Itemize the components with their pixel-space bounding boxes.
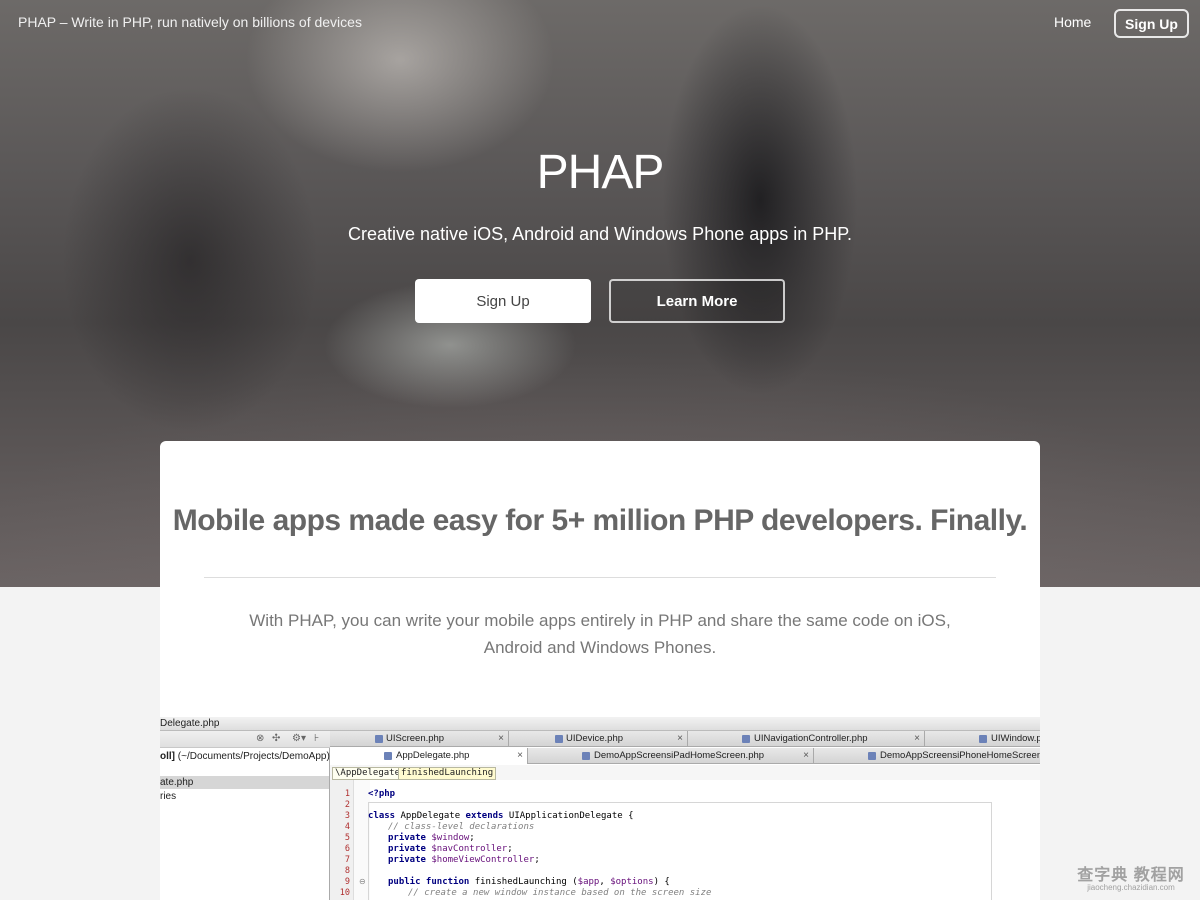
code-line: private $homeViewController; bbox=[388, 855, 540, 865]
ide-tab: DemoAppScreensiPhoneHomeScreen.ph bbox=[814, 748, 1040, 764]
fold-icon: ⊖ bbox=[359, 877, 366, 886]
ide-tabs-row-1: UIScreen.php × UIDevice.php × UINavigati… bbox=[330, 731, 1040, 747]
code-token: extends bbox=[465, 811, 504, 821]
php-file-icon bbox=[979, 735, 987, 743]
line-number: 7 bbox=[344, 855, 350, 865]
collapse-icon: ✣ bbox=[272, 733, 281, 744]
ide-breadcrumb-bar: Delegate.php bbox=[160, 717, 1040, 731]
ide-file-item: ate.php bbox=[160, 777, 194, 788]
ide-breadcrumb: Delegate.php bbox=[160, 718, 220, 729]
code-token: class bbox=[368, 811, 396, 821]
ide-structure-bar: \AppDelegate finishedLaunching bbox=[330, 765, 1040, 780]
ide-project-name: oll] bbox=[160, 751, 175, 762]
line-number: 10 bbox=[339, 888, 350, 898]
line-number: 9 bbox=[344, 877, 350, 887]
learn-more-button[interactable]: Learn More bbox=[609, 279, 785, 323]
code-token: <?php bbox=[368, 789, 396, 799]
line-number: 6 bbox=[344, 844, 350, 854]
ide-tab-label: DemoAppScreensiPhoneHomeScreen.ph bbox=[880, 750, 1040, 761]
gear-icon: ⚙▾ bbox=[292, 733, 306, 744]
ide-tab: DemoAppScreensiPadHomeScreen.php × bbox=[528, 748, 814, 764]
line-number: 1 bbox=[344, 789, 350, 799]
code-token: UIApplicationDelegate { bbox=[503, 811, 634, 821]
ide-tab: UINavigationController.php × bbox=[688, 731, 925, 747]
code-token: private bbox=[388, 833, 426, 843]
card-text: With PHAP, you can write your mobile app… bbox=[249, 611, 951, 657]
ide-tab-label: UIDevice.php bbox=[566, 733, 624, 744]
line-number: 5 bbox=[344, 833, 350, 843]
hero-title: PHAP bbox=[536, 146, 665, 199]
code-line: public function finishedLaunching ($app,… bbox=[388, 877, 670, 887]
code-token: $navController bbox=[425, 844, 508, 854]
line-number: 3 bbox=[344, 811, 350, 821]
line-number: 4 bbox=[344, 822, 350, 832]
line-number: 8 bbox=[344, 866, 350, 876]
code-line: // class-level declarations bbox=[388, 822, 534, 832]
ide-screenshot: Delegate.php ⊗ ✣ ⚙▾ ⊦ oll] (~/Documents/… bbox=[160, 717, 1040, 900]
php-file-icon bbox=[742, 735, 750, 743]
php-file-icon bbox=[375, 735, 383, 743]
code-line: // create a new window instance based on… bbox=[408, 888, 711, 898]
hide-panel-icon: ⊦ bbox=[314, 733, 320, 744]
watermark: 查字典 教程网 jiaocheng.chazidian.com bbox=[1068, 868, 1194, 892]
ide-tab: UIScreen.php × bbox=[330, 731, 509, 747]
nav-home-link[interactable]: Home bbox=[1054, 14, 1091, 30]
php-file-icon bbox=[868, 752, 876, 760]
code-token: AppDelegate bbox=[395, 811, 466, 821]
ide-project-root: oll] (~/Documents/Projects/DemoApp) bbox=[160, 751, 330, 762]
code-token: public bbox=[388, 877, 421, 887]
ide-tab-label: DemoAppScreensiPadHomeScreen.php bbox=[594, 750, 765, 761]
code-token: // class-level declarations bbox=[388, 822, 535, 832]
nav-signup-button[interactable]: Sign Up bbox=[1114, 9, 1189, 38]
ide-project-panel: ⊗ ✣ ⚙▾ ⊦ oll] (~/Documents/Projects/Demo… bbox=[160, 731, 330, 900]
ide-tab-label: AppDelegate.php bbox=[396, 750, 470, 761]
line-number: 2 bbox=[344, 800, 350, 810]
ide-tabs-row-2: AppDelegate.php × DemoAppScreensiPadHome… bbox=[330, 748, 1040, 764]
code-line: class AppDelegate extends UIApplicationD… bbox=[368, 811, 634, 821]
php-file-icon bbox=[582, 752, 590, 760]
nav-brand[interactable]: PHAP – Write in PHP, run natively on bil… bbox=[18, 14, 362, 30]
ide-tab-label: UIWindow.ph bbox=[991, 733, 1040, 744]
close-icon: × bbox=[914, 733, 920, 744]
php-file-icon bbox=[384, 752, 392, 760]
ide-project-path: (~/Documents/Projects/DemoApp) bbox=[177, 751, 330, 762]
close-icon: × bbox=[498, 733, 504, 744]
intro-card: Mobile apps made easy for 5+ million PHP… bbox=[160, 441, 1040, 900]
code-token: $homeViewController bbox=[425, 855, 535, 865]
hero-subtitle: Creative native iOS, Android and Windows… bbox=[348, 224, 852, 244]
ide-tab: UIDevice.php × bbox=[509, 731, 688, 747]
close-icon: × bbox=[803, 750, 809, 761]
ide-tab: UIWindow.ph bbox=[925, 731, 1040, 747]
signup-button[interactable]: Sign Up bbox=[415, 279, 591, 323]
code-line: <?php bbox=[368, 789, 395, 799]
target-icon: ⊗ bbox=[256, 733, 265, 744]
code-token: ) { bbox=[653, 877, 670, 887]
ide-tab-label: UINavigationController.php bbox=[754, 733, 868, 744]
code-token: $options bbox=[610, 877, 654, 887]
code-token: // create a new window instance based on… bbox=[408, 888, 712, 898]
ide-structure-class: \AppDelegate bbox=[332, 767, 404, 780]
code-token: private bbox=[388, 855, 426, 865]
code-line: private $navController; bbox=[388, 844, 513, 854]
card-title: Mobile apps made easy for 5+ million PHP… bbox=[172, 504, 1028, 537]
php-file-icon bbox=[555, 735, 563, 743]
code-token: $window bbox=[425, 833, 470, 843]
ide-structure-method: finishedLaunching bbox=[398, 767, 497, 780]
code-token: finishedLaunching ( bbox=[469, 877, 578, 887]
watermark-sub: jiaocheng.chazidian.com bbox=[1087, 883, 1175, 892]
close-icon: × bbox=[517, 750, 523, 761]
code-token: function bbox=[420, 877, 470, 887]
code-line: private $window; bbox=[388, 833, 475, 843]
close-icon: × bbox=[677, 733, 683, 744]
code-token: , bbox=[599, 877, 611, 887]
code-token: private bbox=[388, 844, 426, 854]
ide-file-item: ries bbox=[160, 791, 177, 802]
code-token: $app bbox=[577, 877, 600, 887]
ide-tab-active: AppDelegate.php × bbox=[330, 748, 528, 764]
card-divider bbox=[204, 577, 996, 578]
watermark-main: 查字典 教程网 bbox=[1077, 867, 1185, 884]
ide-tab-label: UIScreen.php bbox=[386, 733, 445, 744]
ide-project-toolbar: ⊗ ✣ ⚙▾ ⊦ bbox=[160, 731, 330, 748]
